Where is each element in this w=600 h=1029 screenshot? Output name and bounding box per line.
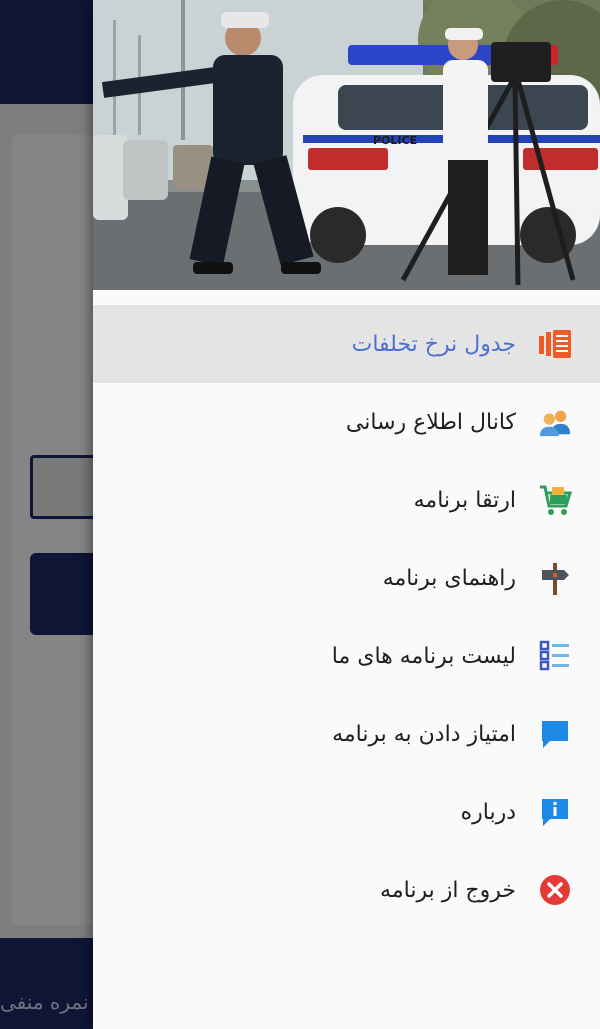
police-photo: POLICE [93, 0, 600, 290]
menu-item-exit[interactable]: خروج از برنامه [93, 851, 600, 929]
users-icon [538, 405, 572, 439]
menu-item-label: جدول نرخ تخلفات [351, 331, 516, 357]
chat-bubble-icon [538, 717, 572, 751]
info-icon [538, 795, 572, 829]
menu-item-label: راهنمای برنامه [382, 565, 516, 591]
list-icon [538, 639, 572, 673]
menu-item-app-guide[interactable]: راهنمای برنامه [93, 539, 600, 617]
menu-item-label: درباره [460, 799, 516, 825]
drawer-header-image: POLICE [93, 0, 600, 290]
menu-item-fee-table[interactable]: جدول نرخ تخلفات [93, 305, 600, 383]
menu-item-label: لیست برنامه های ما [331, 643, 516, 669]
fee-table-icon [538, 327, 572, 361]
signpost-icon [538, 561, 572, 595]
menu-item-rate-app[interactable]: امتیاز دادن به برنامه [93, 695, 600, 773]
menu-item-about[interactable]: درباره [93, 773, 600, 851]
menu-item-news-channel[interactable]: کانال اطلاع رسانی [93, 383, 600, 461]
navigation-drawer: POLICE جدول نرخ تخلفات کانال اطلاع رسانی… [93, 0, 600, 1029]
menu-item-label: امتیاز دادن به برنامه [332, 721, 516, 747]
exit-icon [538, 873, 572, 907]
menu-item-label: خروج از برنامه [380, 877, 516, 903]
shopping-cart-icon [538, 483, 572, 517]
menu-item-label: کانال اطلاع رسانی [345, 409, 516, 435]
menu-item-label: ارتقا برنامه [413, 487, 516, 513]
menu-item-upgrade[interactable]: ارتقا برنامه [93, 461, 600, 539]
police-car-label: POLICE [373, 134, 417, 147]
drawer-menu: جدول نرخ تخلفات کانال اطلاع رسانی ارتقا … [93, 305, 600, 929]
menu-item-our-apps[interactable]: لیست برنامه های ما [93, 617, 600, 695]
